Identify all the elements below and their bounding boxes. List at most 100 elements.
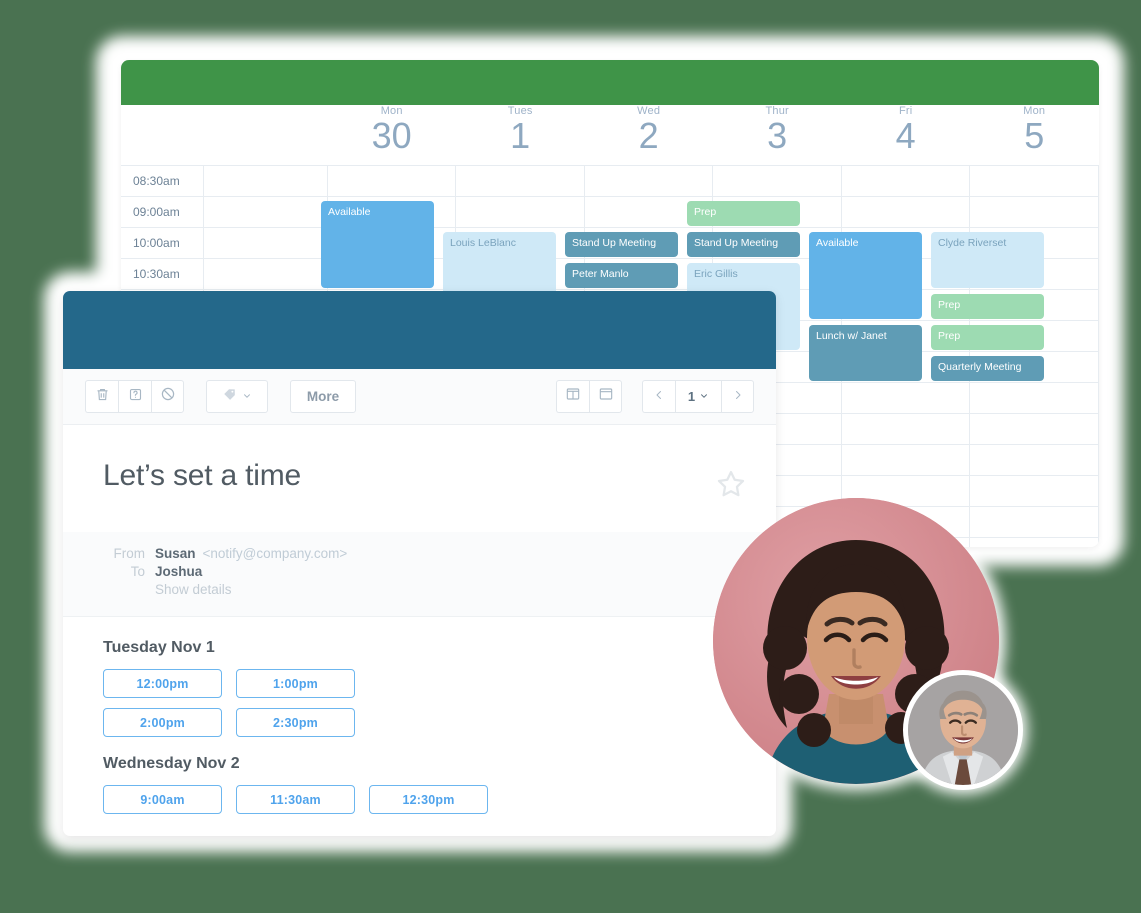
toolbar-right-group: 1	[556, 380, 754, 413]
calendar-event-label: Eric Gillis	[694, 268, 738, 280]
time-slot-button[interactable]: 1:00pm	[236, 669, 355, 698]
from-name: Susan	[155, 546, 196, 561]
tag-icon	[222, 387, 237, 407]
email-metadata: From Susan <notify@company.com> To Joshu…	[63, 532, 776, 617]
more-button[interactable]: More	[290, 380, 356, 413]
day-header-5: Mon 5	[970, 105, 1099, 166]
split-view-button[interactable]	[556, 380, 589, 413]
calendar-event[interactable]: Peter Manlo	[565, 263, 678, 288]
calendar-cell[interactable]	[840, 165, 971, 197]
calendar-event[interactable]: Available	[321, 201, 434, 288]
calendar-cell[interactable]	[969, 165, 1099, 197]
from-label: From	[113, 546, 146, 561]
time-slot-button[interactable]: 12:30pm	[369, 785, 488, 814]
email-subject-row: Let’s set a time	[63, 425, 776, 506]
calendar-cell[interactable]	[840, 413, 971, 445]
delete-button[interactable]	[85, 380, 118, 413]
email-app-header	[63, 291, 776, 369]
calendar-event-label: Lunch w/ Janet	[816, 330, 887, 342]
calendar-cell[interactable]	[202, 258, 328, 290]
details-spacer	[103, 582, 155, 597]
label-dropdown-button[interactable]	[206, 380, 268, 413]
calendar-cell[interactable]	[840, 196, 971, 228]
calendar-event[interactable]: Quarterly Meeting	[931, 356, 1044, 381]
block-button[interactable]	[151, 380, 184, 413]
full-view-button[interactable]	[589, 380, 622, 413]
calendar-event[interactable]: Lunch w/ Janet	[809, 325, 922, 381]
chevron-right-icon	[732, 388, 744, 406]
question-box-icon	[128, 387, 143, 407]
day-header-num: 4	[895, 115, 916, 156]
calendar-cell[interactable]	[969, 196, 1099, 228]
slot-row: 12:00pm 1:00pm	[103, 669, 736, 698]
day-header-0: Mon 30	[327, 105, 456, 166]
day-header-num: 2	[638, 115, 659, 156]
day-header-num: 3	[767, 115, 788, 156]
chevron-down-icon	[242, 388, 252, 406]
calendar-cell[interactable]	[583, 165, 714, 197]
calendar-cell[interactable]	[969, 475, 1099, 507]
time-slot-button[interactable]: 11:30am	[236, 785, 355, 814]
block-icon	[160, 386, 176, 407]
day-header-1: Tues 1	[456, 105, 585, 166]
details-row: Show details	[103, 582, 736, 597]
show-details-link[interactable]: Show details	[155, 582, 232, 597]
calendar-event[interactable]: Prep	[931, 294, 1044, 319]
email-toolbar: More 1	[63, 369, 776, 425]
calendar-cell[interactable]	[969, 506, 1099, 538]
calendar-event-label: Quarterly Meeting	[938, 361, 1022, 373]
calendar-row: 08:30am	[121, 165, 1099, 197]
calendar-cell[interactable]	[840, 444, 971, 476]
page-selector[interactable]: 1	[675, 380, 721, 413]
time-label-cell: 09:00am	[121, 196, 204, 228]
spam-button[interactable]	[118, 380, 151, 413]
prev-page-button[interactable]	[642, 380, 675, 413]
calendar-event[interactable]: Prep	[931, 325, 1044, 350]
time-slot-button[interactable]: 2:00pm	[103, 708, 222, 737]
day-header-2: Wed 2	[584, 105, 713, 166]
calendar-event[interactable]: Stand Up Meeting	[565, 232, 678, 257]
calendar-row: 09:00am	[121, 196, 1099, 228]
single-pane-icon	[598, 386, 614, 407]
time-slot-button[interactable]: 9:00am	[103, 785, 222, 814]
calendar-cell[interactable]	[202, 196, 328, 228]
slot-row: 2:00pm 2:30pm	[103, 708, 736, 737]
calendar-cell[interactable]	[202, 165, 328, 197]
calendar-cell[interactable]	[969, 382, 1099, 414]
calendar-event-label: Louis LeBlanc	[450, 237, 516, 249]
time-label-cell: 10:30am	[121, 258, 204, 290]
calendar-event-label: Prep	[938, 330, 961, 342]
calendar-cell[interactable]	[840, 382, 971, 414]
calendar-event[interactable]: Available	[809, 232, 922, 319]
next-page-button[interactable]	[721, 380, 754, 413]
calendar-cell[interactable]	[969, 444, 1099, 476]
smiling-man-avatar	[903, 670, 1023, 790]
calendar-event[interactable]: Stand Up Meeting	[687, 232, 800, 257]
man-portrait-illustration	[908, 675, 1018, 785]
calendar-event-label: Available	[328, 206, 371, 218]
time-slot-button[interactable]: 12:00pm	[103, 669, 222, 698]
split-pane-icon	[565, 386, 581, 407]
spacer-column-header	[203, 105, 327, 166]
calendar-event-label: Peter Manlo	[572, 268, 629, 280]
star-button[interactable]	[714, 467, 748, 506]
slot-day-heading: Tuesday Nov 1	[103, 639, 215, 656]
calendar-cell[interactable]	[202, 227, 328, 259]
time-column-header	[121, 105, 203, 166]
calendar-event[interactable]: Clyde Riverset	[931, 232, 1044, 288]
calendar-event-label: Stand Up Meeting	[694, 237, 779, 249]
day-header-3: Thur 3	[713, 105, 842, 166]
calendar-cell[interactable]	[969, 537, 1099, 547]
calendar-cell[interactable]	[326, 165, 457, 197]
calendar-cell[interactable]	[969, 413, 1099, 445]
star-outline-icon	[714, 470, 748, 505]
calendar-event-label: Available	[816, 237, 859, 249]
slot-day-heading: Wednesday Nov 2	[103, 755, 240, 772]
calendar-event[interactable]: Prep	[687, 201, 800, 226]
calendar-cell[interactable]	[712, 165, 842, 197]
view-mode-group	[556, 380, 622, 413]
calendar-cell[interactable]	[455, 165, 585, 197]
calendar-event-label: Clyde Riverset	[938, 237, 1007, 249]
calendar-cell[interactable]	[455, 196, 585, 228]
time-slot-button[interactable]: 2:30pm	[236, 708, 355, 737]
